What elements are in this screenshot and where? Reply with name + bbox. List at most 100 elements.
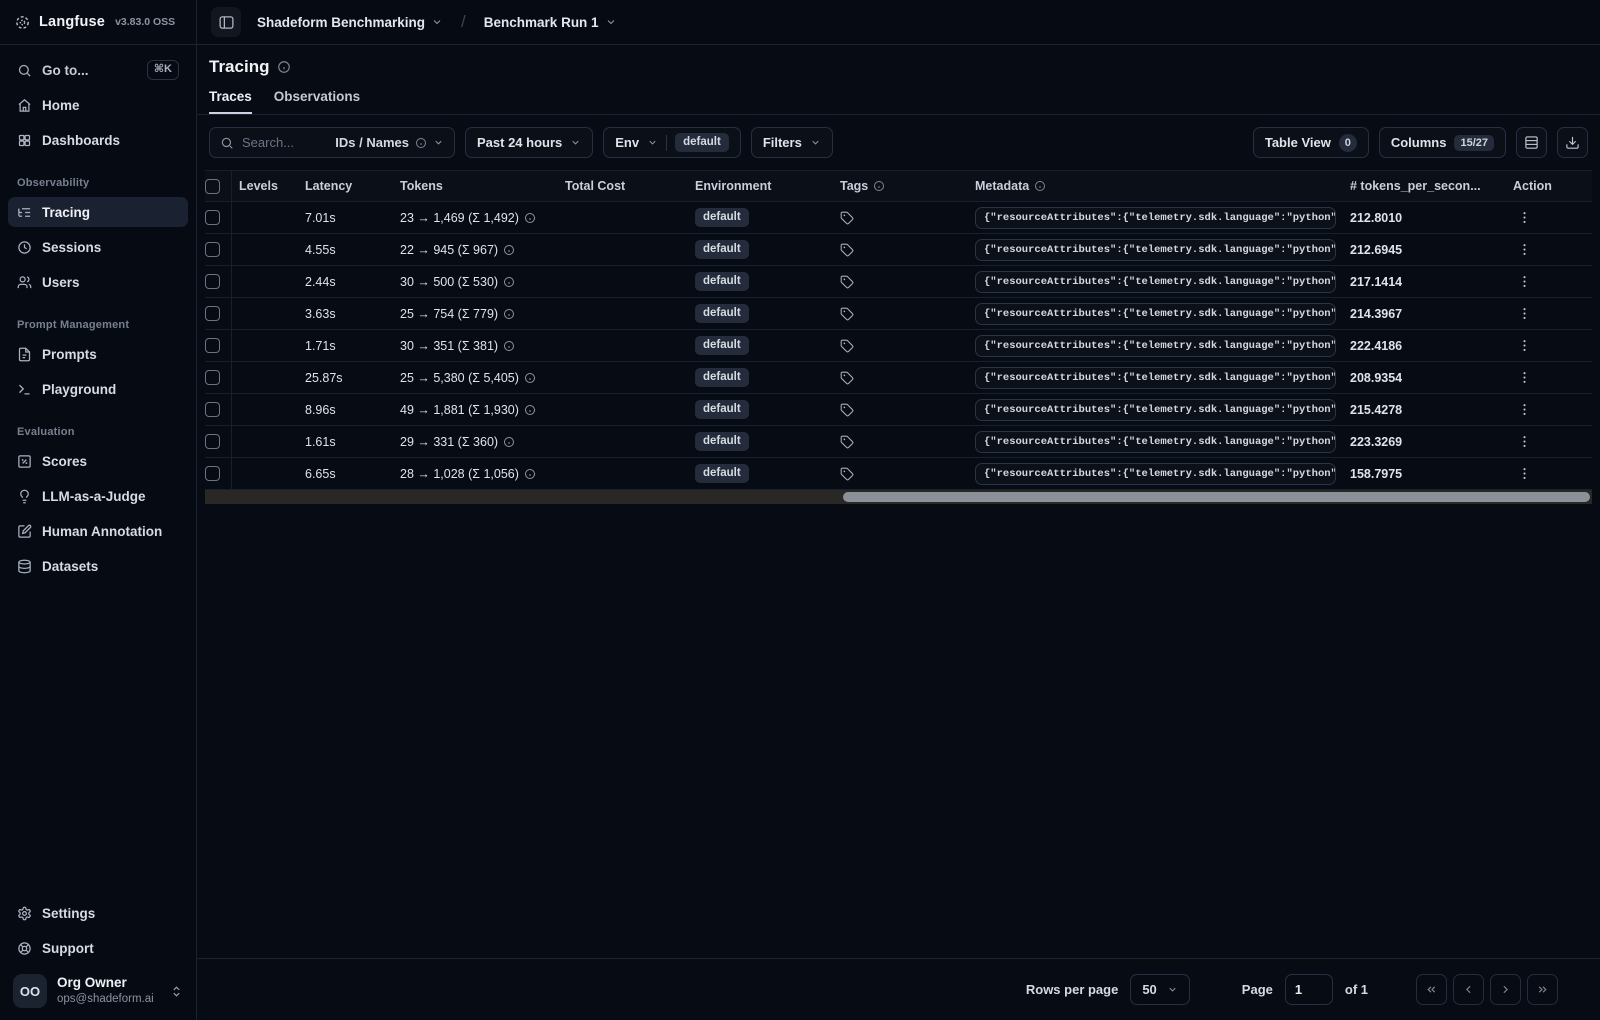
tags-cell[interactable]: [840, 202, 975, 233]
info-icon[interactable]: [503, 308, 515, 320]
row-actions-button[interactable]: [1513, 206, 1536, 229]
row-checkbox[interactable]: [205, 402, 220, 417]
table-row[interactable]: 3.63s 25 → 754 (Σ 779) default {"resourceAt…: [205, 298, 1592, 330]
row-actions-button[interactable]: [1513, 430, 1536, 453]
first-page-button[interactable]: [1416, 974, 1447, 1005]
tags-cell[interactable]: [840, 266, 975, 297]
rows-per-page-select[interactable]: 50: [1130, 974, 1190, 1005]
time-range-button[interactable]: Past 24 hours: [465, 127, 594, 158]
table-row[interactable]: 2.44s 30 → 500 (Σ 530) default {"resourceAt…: [205, 266, 1592, 298]
sidebar-item-users[interactable]: Users: [8, 267, 188, 297]
row-actions-button[interactable]: [1513, 238, 1536, 261]
sidebar-item-datasets[interactable]: Datasets: [8, 551, 188, 581]
row-actions-button[interactable]: [1513, 270, 1536, 293]
table-row[interactable]: 25.87s 25 → 5,380 (Σ 5,405) default {"resou…: [205, 362, 1592, 394]
page-number-input[interactable]: [1284, 974, 1333, 1005]
row-actions-button[interactable]: [1513, 302, 1536, 325]
sidebar-item-sessions[interactable]: Sessions: [8, 232, 188, 262]
env-filter-button[interactable]: Env default: [603, 127, 741, 158]
info-icon[interactable]: [503, 244, 515, 256]
tab-traces[interactable]: Traces: [209, 89, 252, 114]
table-row[interactable]: 6.65s 28 → 1,028 (Σ 1,056) default {"resour…: [205, 458, 1592, 490]
tags-cell[interactable]: [840, 458, 975, 489]
row-checkbox[interactable]: [205, 370, 220, 385]
metadata-cell[interactable]: {"resourceAttributes":{"telemetry.sdk.la…: [975, 330, 1350, 361]
row-height-button[interactable]: [1516, 127, 1547, 158]
row-actions-button[interactable]: [1513, 334, 1536, 357]
export-download-button[interactable]: [1557, 127, 1588, 158]
select-all-checkbox[interactable]: [205, 178, 220, 194]
search-input[interactable]: [242, 135, 328, 150]
horizontal-scrollbar[interactable]: [205, 490, 1592, 504]
breadcrumb-org[interactable]: Shadeform Benchmarking: [251, 11, 449, 34]
sidebar-toggle-button[interactable]: [211, 7, 241, 37]
tags-cell[interactable]: [840, 394, 975, 425]
sidebar-item-tracing[interactable]: Tracing: [8, 197, 188, 227]
row-checkbox[interactable]: [205, 274, 220, 289]
sidebar-item-llm-as-a-judge[interactable]: LLM-as-a-Judge: [8, 481, 188, 511]
metadata-cell[interactable]: {"resourceAttributes":{"telemetry.sdk.la…: [975, 298, 1350, 329]
search-mode-select[interactable]: IDs / Names: [335, 135, 444, 150]
table-row[interactable]: 7.01s 23 → 1,469 (Σ 1,492) default {"resour…: [205, 202, 1592, 234]
goto-search-button[interactable]: Go to... ⌘K: [8, 55, 188, 85]
row-checkbox[interactable]: [205, 306, 220, 321]
sidebar-item-human-annotation[interactable]: Human Annotation: [8, 516, 188, 546]
metadata-cell[interactable]: {"resourceAttributes":{"telemetry.sdk.la…: [975, 426, 1350, 457]
info-icon[interactable]: [524, 212, 536, 224]
sidebar-item-home[interactable]: Home: [8, 90, 188, 120]
table-row[interactable]: 1.71s 30 → 351 (Σ 381) default {"resourceAt…: [205, 330, 1592, 362]
row-checkbox[interactable]: [205, 466, 220, 481]
column-header-environment[interactable]: Environment: [695, 171, 840, 201]
user-menu[interactable]: OO Org Owner ops@shadeform.ai: [8, 968, 188, 1008]
row-checkbox[interactable]: [205, 210, 220, 225]
breadcrumb-project[interactable]: Benchmark Run 1: [478, 11, 623, 34]
metadata-cell[interactable]: {"resourceAttributes":{"telemetry.sdk.la…: [975, 394, 1350, 425]
column-header-total-cost[interactable]: Total Cost: [565, 171, 695, 201]
metadata-cell[interactable]: {"resourceAttributes":{"telemetry.sdk.la…: [975, 362, 1350, 393]
info-icon[interactable]: [503, 340, 515, 352]
row-checkbox[interactable]: [205, 338, 220, 353]
table-row[interactable]: 8.96s 49 → 1,881 (Σ 1,930) default {"resour…: [205, 394, 1592, 426]
table-row[interactable]: 4.55s 22 → 945 (Σ 967) default {"resourceAt…: [205, 234, 1592, 266]
tags-cell[interactable]: [840, 426, 975, 457]
sidebar-item-dashboards[interactable]: Dashboards: [8, 125, 188, 155]
row-checkbox[interactable]: [205, 434, 220, 449]
tags-cell[interactable]: [840, 330, 975, 361]
metadata-cell[interactable]: {"resourceAttributes":{"telemetry.sdk.la…: [975, 458, 1350, 489]
column-header-metadata[interactable]: Metadata: [975, 171, 1350, 201]
sidebar-item-settings[interactable]: Settings: [8, 898, 188, 928]
row-checkbox[interactable]: [205, 242, 220, 257]
next-page-button[interactable]: [1490, 974, 1521, 1005]
info-icon[interactable]: [503, 276, 515, 288]
info-icon[interactable]: [524, 404, 536, 416]
sidebar-item-support[interactable]: Support: [8, 933, 188, 963]
column-header-tokens-per-second[interactable]: # tokens_per_secon...: [1350, 171, 1507, 201]
info-icon[interactable]: [524, 372, 536, 384]
tags-cell[interactable]: [840, 362, 975, 393]
column-header-levels[interactable]: Levels: [231, 171, 305, 201]
scrollbar-thumb[interactable]: [843, 492, 1590, 502]
columns-button[interactable]: Columns 15/27: [1378, 127, 1506, 158]
column-header-tokens[interactable]: Tokens: [400, 171, 565, 201]
row-actions-button[interactable]: [1513, 462, 1536, 485]
column-header-latency[interactable]: Latency: [305, 171, 400, 201]
row-actions-button[interactable]: [1513, 366, 1536, 389]
table-row[interactable]: 1.61s 29 → 331 (Σ 360) default {"resourceAt…: [205, 426, 1592, 458]
prev-page-button[interactable]: [1453, 974, 1484, 1005]
search-box[interactable]: IDs / Names: [209, 127, 455, 158]
table-view-button[interactable]: Table View 0: [1252, 127, 1369, 158]
metadata-cell[interactable]: {"resourceAttributes":{"telemetry.sdk.la…: [975, 202, 1350, 233]
sidebar-item-scores[interactable]: Scores: [8, 446, 188, 476]
last-page-button[interactable]: [1527, 974, 1558, 1005]
sidebar-item-playground[interactable]: Playground: [8, 374, 188, 404]
row-actions-button[interactable]: [1513, 398, 1536, 421]
sidebar-item-prompts[interactable]: Prompts: [8, 339, 188, 369]
column-header-tags[interactable]: Tags: [840, 171, 975, 201]
metadata-cell[interactable]: {"resourceAttributes":{"telemetry.sdk.la…: [975, 266, 1350, 297]
tags-cell[interactable]: [840, 234, 975, 265]
filters-button[interactable]: Filters: [750, 127, 833, 158]
info-icon[interactable]: [524, 468, 536, 480]
info-icon[interactable]: [503, 436, 515, 448]
info-icon[interactable]: [277, 60, 291, 74]
tab-observations[interactable]: Observations: [274, 89, 360, 114]
